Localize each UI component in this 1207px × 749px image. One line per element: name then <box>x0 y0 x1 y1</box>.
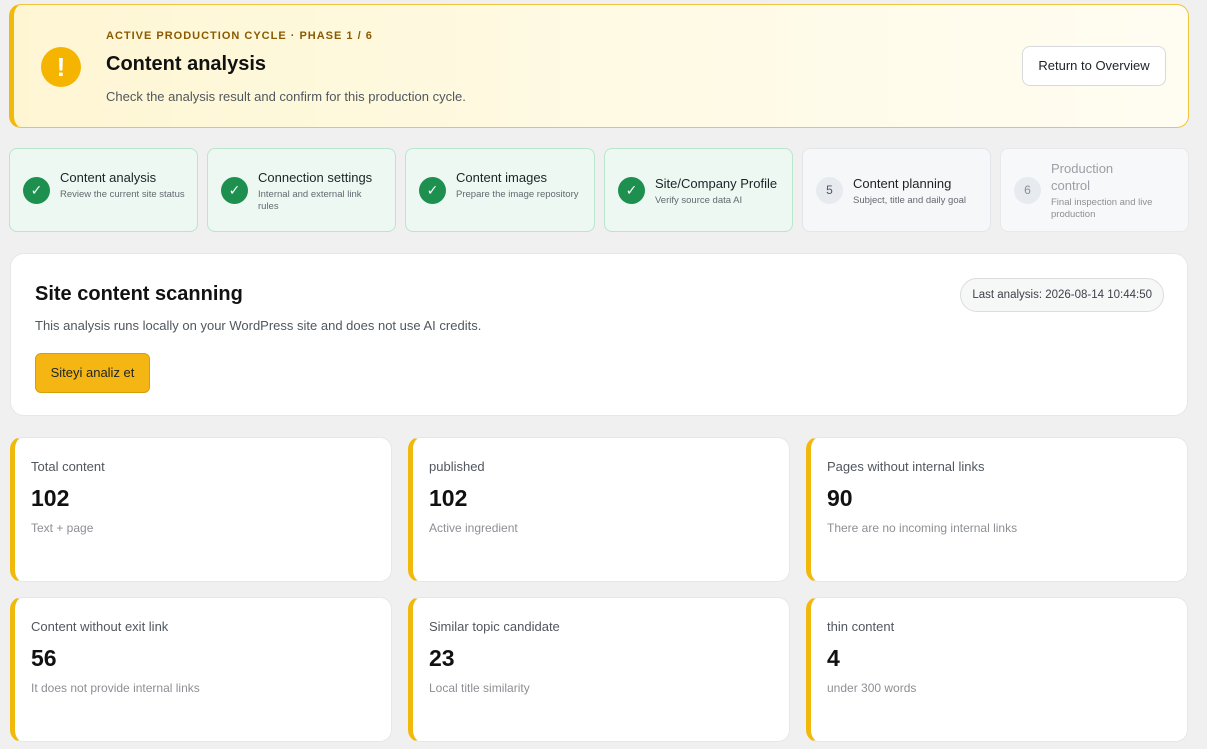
stat-value: 90 <box>827 485 853 511</box>
scan-description: This analysis runs locally on your WordP… <box>35 318 482 333</box>
step-subtitle: Prepare the image repository <box>456 189 579 200</box>
stat-label: thin content <box>827 619 895 634</box>
stat-label: Total content <box>31 459 105 474</box>
return-to-overview-button[interactable]: Return to Overview <box>1022 46 1166 86</box>
check-icon: ✓ <box>618 177 645 204</box>
stat-card-content-without-exit-link: Content without exit link 56 It does not… <box>10 597 392 742</box>
step-subtitle: Review the current site status <box>60 189 185 200</box>
step-content-analysis[interactable]: ✓ Content analysis Review the current si… <box>9 148 198 232</box>
step-subtitle: Verify source data AI <box>655 195 743 206</box>
stat-value: 102 <box>31 485 70 511</box>
page-title: Content analysis <box>106 53 267 75</box>
step-content-planning[interactable]: 5 Content planning Subject, title and da… <box>802 148 991 232</box>
check-icon: ✓ <box>419 177 446 204</box>
stat-card-pages-without-internal-links: Pages without internal links 90 There ar… <box>806 437 1188 582</box>
step-title: Site/Company Profile <box>655 176 778 191</box>
stat-subtitle: It does not provide internal links <box>31 681 200 695</box>
step-subtitle: Final inspection and live production <box>1051 197 1153 220</box>
step-production-control[interactable]: 6 Production control Final inspection an… <box>1000 148 1189 232</box>
step-content-images[interactable]: ✓ Content images Prepare the image repos… <box>405 148 595 232</box>
stat-subtitle: There are no incoming internal links <box>827 521 1018 535</box>
step-title: Connection settings <box>258 170 373 185</box>
step-title: Content analysis <box>60 170 157 185</box>
step-number: 5 <box>816 177 843 204</box>
step-title: Production control <box>1051 161 1114 193</box>
stat-subtitle: Local title similarity <box>429 681 530 695</box>
site-content-scanning-panel: Site content scanning This analysis runs… <box>10 253 1188 416</box>
last-analysis-badge: Last analysis: 2026-08-14 10:44:50 <box>960 278 1164 312</box>
stat-subtitle: Text + page <box>31 521 94 535</box>
stat-value: 4 <box>827 645 840 671</box>
step-connection-settings[interactable]: ✓ Connection settings Internal and exter… <box>207 148 396 232</box>
check-icon: ✓ <box>23 177 50 204</box>
step-title: Content images <box>456 170 548 185</box>
stat-card-thin-content: thin content 4 under 300 words <box>806 597 1188 742</box>
production-cycle-banner: ! ACTIVE PRODUCTION CYCLE · PHASE 1 / 6 … <box>9 4 1189 128</box>
step-site-company-profile[interactable]: ✓ Site/Company Profile Verify source dat… <box>604 148 793 232</box>
check-icon: ✓ <box>221 177 248 204</box>
stat-card-similar-topic-candidate: Similar topic candidate 23 Local title s… <box>408 597 790 742</box>
stat-label: published <box>429 459 485 474</box>
stat-subtitle: Active ingredient <box>429 521 518 535</box>
stat-subtitle: under 300 words <box>827 681 917 695</box>
phase-eyebrow: ACTIVE PRODUCTION CYCLE · PHASE 1 / 6 <box>106 30 373 42</box>
stat-label: Pages without internal links <box>827 459 985 474</box>
stat-label: Content without exit link <box>31 619 169 634</box>
stat-value: 56 <box>31 645 57 671</box>
stat-value: 102 <box>429 485 468 511</box>
stat-label: Similar topic candidate <box>429 619 560 634</box>
stat-card-published: published 102 Active ingredient <box>408 437 790 582</box>
page-description: Check the analysis result and confirm fo… <box>106 89 466 104</box>
analyze-site-button[interactable]: Siteyi analiz et <box>35 353 150 393</box>
stat-card-total-content: Total content 102 Text + page <box>10 437 392 582</box>
step-subtitle: Subject, title and daily goal <box>853 195 967 206</box>
step-title: Content planning <box>853 176 952 191</box>
warning-icon: ! <box>41 47 81 87</box>
scan-title: Site content scanning <box>35 283 243 305</box>
step-number: 6 <box>1014 177 1041 204</box>
step-subtitle: Internal and external link rules <box>258 189 362 212</box>
stat-value: 23 <box>429 645 455 671</box>
